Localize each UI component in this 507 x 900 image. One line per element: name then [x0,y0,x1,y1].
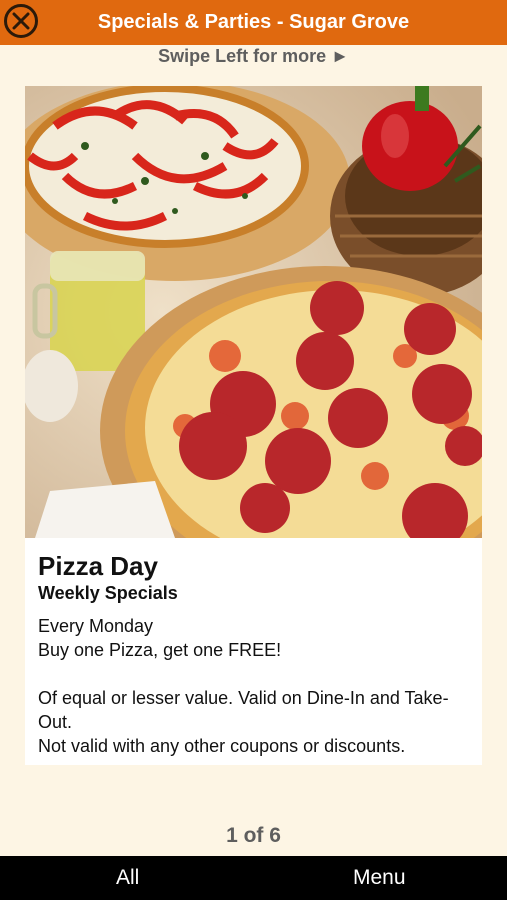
swipe-hint[interactable]: Swipe Left for more ► [0,46,507,67]
special-line: Every Monday [38,616,154,636]
special-line: Of equal or lesser value. Valid on Dine-… [38,688,449,732]
tab-menu[interactable]: Menu [353,866,406,890]
special-card[interactable]: Pizza Day Weekly Specials Every Monday B… [25,86,482,765]
pizza-photo [25,86,482,538]
page-title: Specials & Parties - Sugar Grove [97,11,410,33]
page-indicator: 1 of 6 [226,824,281,847]
tab-all[interactable]: All [116,866,139,890]
special-title: Pizza Day [38,551,158,581]
special-line: Buy one Pizza, get one FREE! [38,640,282,660]
special-details: Pizza Day Weekly Specials Every Monday B… [38,550,472,758]
special-line: Not valid with any other coupons or disc… [38,736,406,756]
header-bar: Specials & Parties - Sugar Grove [0,0,507,45]
bottom-tab-bar: All Menu [0,856,507,900]
special-subtitle: Weekly Specials [38,583,178,603]
special-line-spacer [38,662,472,686]
